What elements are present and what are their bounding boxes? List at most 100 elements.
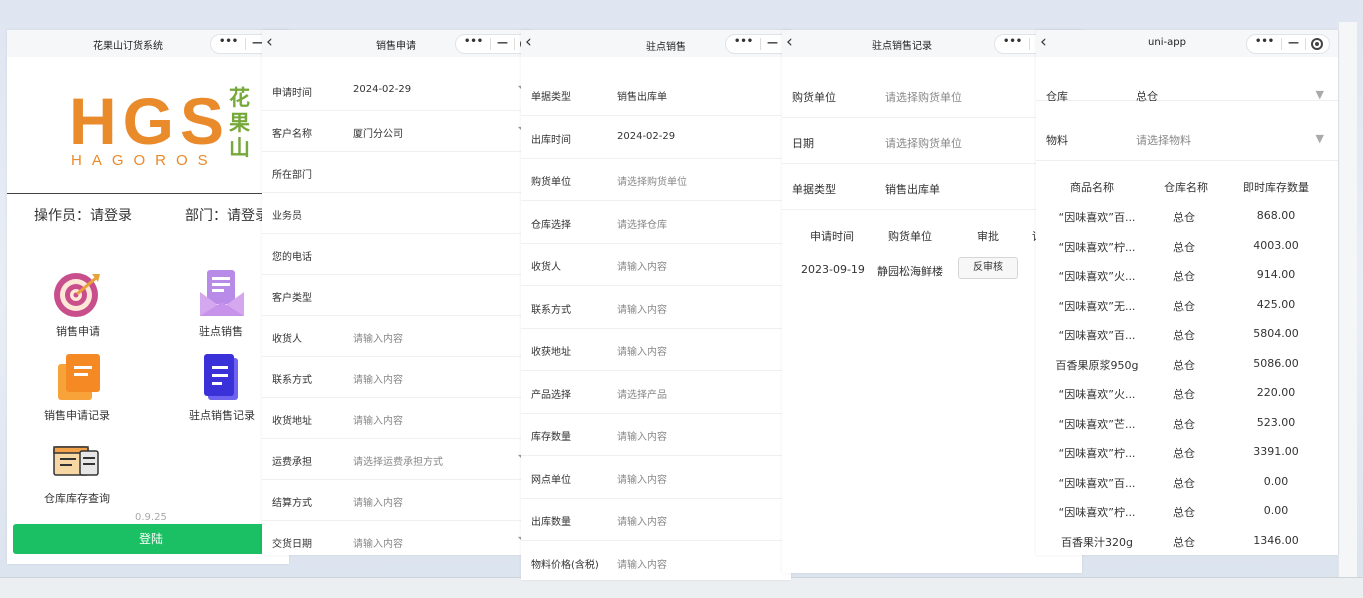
stock-cell-qty: 914.00 <box>1256 268 1296 281</box>
apply-row[interactable]: 申请时间2024-02-29◥ <box>262 70 530 111</box>
records-title: 驻点销售记录 <box>872 41 932 52</box>
window-scroll-strip <box>1338 22 1357 577</box>
station-row-label: 产品选择 <box>531 389 571 401</box>
station-row-placeholder[interactable]: 请输入内容 <box>617 343 667 358</box>
apply-row[interactable]: 运费承担请选择运费承担方式◥ <box>262 439 530 480</box>
stock-cell-name: “因味喜欢”百... <box>1058 329 1136 342</box>
more-icon[interactable]: ••• <box>1003 36 1022 47</box>
apply-row[interactable]: 业务员 <box>262 193 530 234</box>
stock-col-header: 商品名称 <box>1070 181 1114 194</box>
records-filter-placeholder[interactable]: 请选择购货单位 <box>885 135 962 151</box>
warehouse-value: 总仓 <box>1136 90 1158 103</box>
minimize-icon[interactable]: — <box>767 36 778 49</box>
target-icon[interactable] <box>52 270 102 320</box>
stock-cell-qty: 220.00 <box>1256 386 1296 399</box>
unaudit-button[interactable]: 反审核 <box>958 257 1018 279</box>
station-row[interactable]: 购货单位 请选择购货单位 <box>521 158 791 201</box>
station-row[interactable]: 单据类型 销售出库单 <box>521 73 791 116</box>
apply-row[interactable]: 客户名称厦门分公司◥ <box>262 111 530 152</box>
station-row[interactable]: 出库数量 请输入内容 <box>521 498 791 541</box>
station-row[interactable]: 联系方式 请输入内容 <box>521 286 791 329</box>
minimize-icon[interactable]: — <box>497 36 508 49</box>
apply-row[interactable]: 交货日期请输入内容◥ <box>262 521 530 555</box>
station-row-label: 仓库选择 <box>531 219 571 231</box>
station-row-placeholder[interactable]: 请输入内容 <box>617 428 667 443</box>
stock-cell-warehouse: 总仓 <box>1173 447 1195 460</box>
stock-titlebar: ‹ uni-app ••• — <box>1036 30 1338 57</box>
station-row-placeholder[interactable]: 请输入内容 <box>617 258 667 273</box>
blue-document-icon[interactable] <box>200 352 250 402</box>
warehouse-icon[interactable] <box>52 435 102 485</box>
apply-row[interactable]: 结算方式 请输入内容 <box>262 480 530 521</box>
records-cell-unit: 静园松海鲜楼 <box>877 265 943 278</box>
station-row-placeholder[interactable]: 请输入内容 <box>617 556 667 571</box>
stock-cell-name: “因味喜欢”无... <box>1058 299 1136 313</box>
apply-row-label: 运费承担 <box>272 457 312 468</box>
stock-cell-warehouse: 总仓 <box>1173 358 1195 372</box>
minimize-icon[interactable]: — <box>1288 36 1299 49</box>
logo-cn: 花果山 <box>229 86 250 160</box>
stock-cell-warehouse: 总仓 <box>1173 388 1195 401</box>
records-filter-placeholder[interactable]: 请选择购货单位 <box>885 89 962 105</box>
stock-capsule[interactable]: ••• — <box>1246 34 1330 54</box>
station-row-placeholder[interactable]: 请输入内容 <box>617 301 667 316</box>
apply-row-placeholder[interactable]: 请输入内容 <box>353 371 403 386</box>
material-label: 物料 <box>1046 134 1068 147</box>
station-row-placeholder[interactable]: 请选择仓库 <box>617 216 667 231</box>
menu-label-sales-apply[interactable]: 销售申请 <box>56 323 100 339</box>
apply-row-label: 客户名称 <box>272 129 312 140</box>
close-icon[interactable] <box>1311 38 1323 50</box>
stock-cell-qty: 0.00 <box>1263 474 1289 488</box>
apply-row-placeholder[interactable]: 请输入内容 <box>353 535 403 550</box>
menu-label-station-sales[interactable]: 驻点销售 <box>199 323 243 339</box>
apply-capsule[interactable]: ••• — <box>455 34 530 54</box>
menu-label-stock-query[interactable]: 仓库库存查询 <box>44 490 110 506</box>
dropdown-arrow-icon: ▼ <box>1315 132 1324 145</box>
apply-row[interactable]: 客户类型 <box>262 275 530 316</box>
station-row-label: 出库数量 <box>531 517 571 528</box>
stock-cell-name: 百香果原浆950g <box>1055 358 1139 372</box>
station-row-placeholder[interactable]: 请输入内容 <box>617 513 667 528</box>
material-select[interactable]: 物料 请选择物料 ▼ <box>1036 118 1338 161</box>
records-filter-label: 单据类型 <box>792 183 836 196</box>
envelope-icon[interactable] <box>197 268 247 318</box>
station-row[interactable]: 收获地址 请输入内容 <box>521 328 791 371</box>
station-row[interactable]: 收货人 请输入内容 <box>521 243 791 286</box>
stock-cell-qty: 4003.00 <box>1253 238 1299 252</box>
login-button[interactable]: 登陆 <box>13 524 289 554</box>
stock-cell-qty: 868.00 <box>1256 209 1296 222</box>
stock-cell-warehouse: 总仓 <box>1173 270 1195 283</box>
apply-row[interactable]: 您的电话 <box>262 234 530 275</box>
apply-row[interactable]: 收货地址 请输入内容 <box>262 398 530 439</box>
more-icon[interactable]: ••• <box>219 36 238 47</box>
records-col-header: 申请时间 <box>810 230 854 243</box>
menu-label-sales-records[interactable]: 销售申请记录 <box>44 407 110 423</box>
more-icon[interactable]: ••• <box>1255 36 1274 47</box>
logo-sub: HAGOROS <box>71 152 218 169</box>
more-icon[interactable]: ••• <box>464 36 483 47</box>
menu-label-station-records[interactable]: 驻点销售记录 <box>189 407 255 423</box>
station-row[interactable]: 库存数量 请输入内容 <box>521 413 791 456</box>
station-row-placeholder[interactable]: 请选择购货单位 <box>617 173 687 188</box>
more-icon[interactable]: ••• <box>734 36 753 47</box>
apply-row[interactable]: 收货人 请输入内容 <box>262 316 530 357</box>
apply-row-placeholder[interactable]: 请输入内容 <box>353 494 403 509</box>
station-row[interactable]: 仓库选择 请选择仓库 <box>521 201 791 244</box>
station-row-placeholder[interactable]: 请选择产品 <box>617 386 667 401</box>
station-row-placeholder[interactable]: 请输入内容 <box>617 471 667 486</box>
station-row[interactable]: 产品选择 请选择产品 <box>521 371 791 414</box>
apply-row-label: 收货人 <box>272 334 302 345</box>
apply-row[interactable]: 联系方式 请输入内容 <box>262 357 530 398</box>
apply-row-placeholder[interactable]: 请输入内容 <box>353 412 403 427</box>
station-row[interactable]: 网点单位 请输入内容 <box>521 456 791 499</box>
orange-document-icon[interactable] <box>54 352 104 402</box>
apply-row[interactable]: 所在部门 <box>262 152 530 193</box>
warehouse-select[interactable]: 仓库 总仓 ▼ <box>1036 58 1338 103</box>
back-icon[interactable]: ‹ <box>525 32 532 52</box>
station-row[interactable]: 物料价格(含税) 请输入内容 <box>521 541 791 581</box>
apply-row-label: 申请时间 <box>272 88 312 99</box>
station-row[interactable]: 出库时间 2024-02-29 <box>521 116 791 159</box>
apply-row-placeholder[interactable]: 请输入内容 <box>353 330 403 345</box>
apply-row-placeholder[interactable]: 请选择运费承担方式 <box>353 453 443 468</box>
station-row-value: 销售出库单 <box>617 92 667 103</box>
